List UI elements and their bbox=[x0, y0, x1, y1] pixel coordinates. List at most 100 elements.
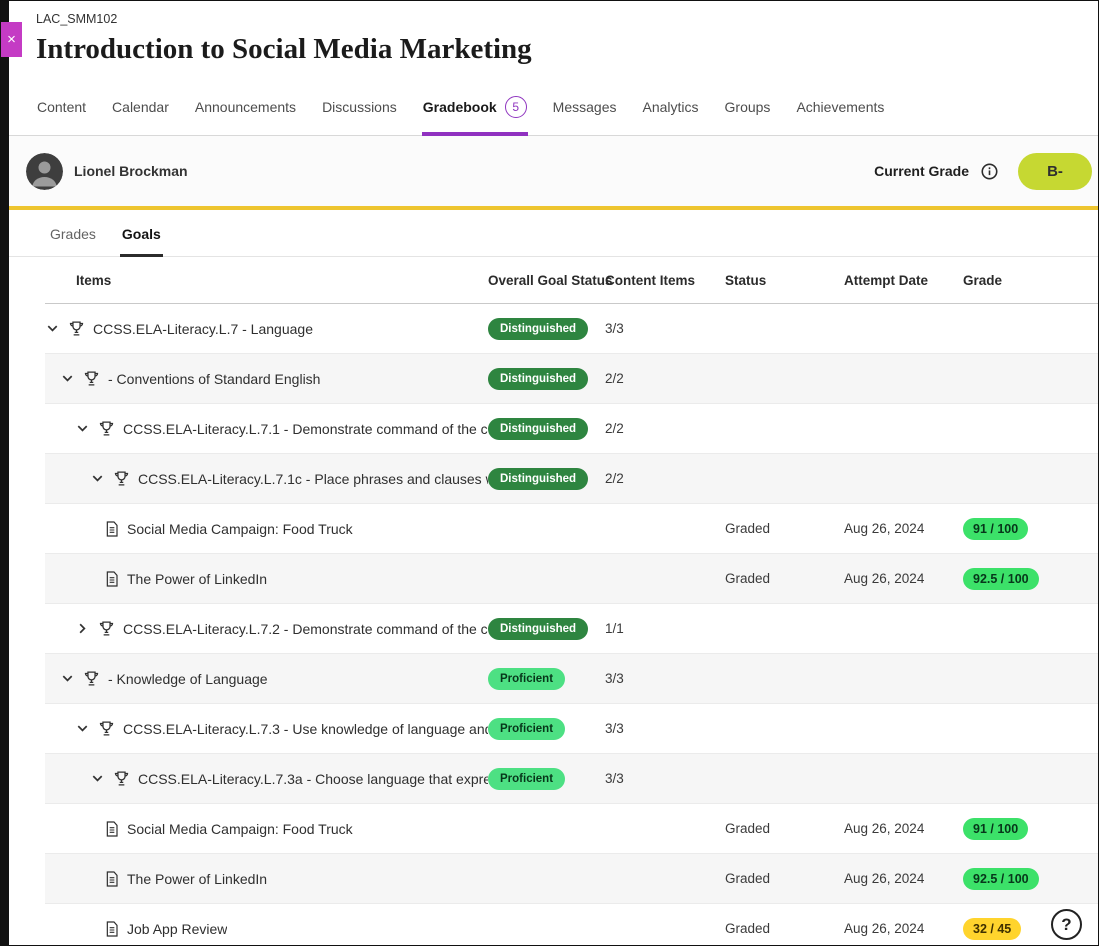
content-items-cell: 2/2 bbox=[605, 421, 725, 436]
trophy-icon bbox=[113, 470, 130, 487]
nav-tab-messages[interactable]: Messages bbox=[552, 87, 618, 136]
chevron-down-icon[interactable] bbox=[45, 321, 60, 336]
column-header-status: Status bbox=[725, 273, 844, 288]
trophy-icon bbox=[98, 620, 115, 637]
goal-status-badge: Proficient bbox=[488, 718, 565, 740]
chevron-down-icon[interactable] bbox=[60, 371, 75, 386]
collapsed-sidebar-strip bbox=[1, 1, 9, 945]
content-items-cell: 3/3 bbox=[605, 321, 725, 336]
item-items-cell: Job App Review bbox=[45, 921, 488, 937]
goal-status-badge: Distinguished bbox=[488, 368, 588, 390]
item-row: Social Media Campaign: Food TruckGradedA… bbox=[45, 504, 1098, 554]
item-label: Social Media Campaign: Food Truck bbox=[127, 521, 353, 537]
item-label: The Power of LinkedIn bbox=[127, 571, 267, 587]
student-name: Lionel Brockman bbox=[74, 163, 188, 179]
nav-tab-groups[interactable]: Groups bbox=[724, 87, 772, 136]
nav-tab-label: Analytics bbox=[642, 99, 698, 115]
trophy-icon bbox=[98, 420, 115, 437]
item-items-cell: Social Media Campaign: Food Truck bbox=[45, 521, 488, 537]
grade-cell: 91 / 100 bbox=[963, 818, 1098, 840]
content-items-count: 3/3 bbox=[605, 721, 624, 736]
chevron-down-icon[interactable] bbox=[90, 471, 105, 486]
nav-tab-gradebook[interactable]: Gradebook5 bbox=[422, 87, 528, 136]
goal-label: CCSS.ELA-Literacy.L.7.1c - Place phrases… bbox=[138, 471, 488, 487]
goals-table-header: ItemsOverall Goal StatusContent ItemsSta… bbox=[45, 257, 1098, 304]
goal-row: CCSS.ELA-Literacy.L.7.1c - Place phrases… bbox=[45, 454, 1098, 504]
content-items-count: 3/3 bbox=[605, 771, 624, 786]
main-area: LAC_SMM102 Introduction to Social Media … bbox=[9, 1, 1098, 946]
content-items-cell: 3/3 bbox=[605, 771, 725, 786]
attempt-date-value: Aug 26, 2024 bbox=[844, 521, 924, 536]
nav-tab-achievements[interactable]: Achievements bbox=[795, 87, 885, 136]
nav-tab-calendar[interactable]: Calendar bbox=[111, 87, 170, 136]
goal-items-cell: CCSS.ELA-Literacy.L.7.3 - Use knowledge … bbox=[45, 720, 488, 737]
nav-tab-announcements[interactable]: Announcements bbox=[194, 87, 297, 136]
item-row: Social Media Campaign: Food Truck Graded A… bbox=[45, 804, 1098, 854]
nav-tab-label: Discussions bbox=[322, 99, 397, 115]
course-nav-tabs: Content Calendar Announcements Discussions G… bbox=[9, 87, 1098, 136]
goal-row: CCSS.ELA-Literacy.L.7.1 - Demonstrate co… bbox=[45, 404, 1098, 454]
chevron-right-icon[interactable] bbox=[75, 621, 90, 636]
chevron-down-icon[interactable] bbox=[60, 671, 75, 686]
status-cell: Graded bbox=[725, 921, 844, 936]
column-header-overall-goal-status: Overall Goal Status bbox=[488, 273, 605, 288]
chevron-down-icon[interactable] bbox=[90, 771, 105, 786]
document-icon bbox=[105, 521, 119, 537]
grade-value-pill[interactable]: 91 / 100 bbox=[963, 818, 1028, 840]
gradebook-subtabs: Grades Goals bbox=[9, 210, 1098, 257]
subtab-goals[interactable]: Goals bbox=[120, 210, 163, 257]
goal-row: CCSS.ELA-Literacy.L.7.3 - Use knowledge … bbox=[45, 704, 1098, 754]
document-icon bbox=[105, 871, 119, 887]
status-value: Graded bbox=[725, 821, 770, 836]
attempt-date-cell: Aug 26, 2024 bbox=[844, 921, 963, 936]
attempt-date-value: Aug 26, 2024 bbox=[844, 921, 924, 936]
item-label: Social Media Campaign: Food Truck bbox=[127, 821, 353, 837]
info-icon[interactable] bbox=[981, 163, 998, 180]
chevron-down-icon[interactable] bbox=[75, 421, 90, 436]
grade-value-pill[interactable]: 91 / 100 bbox=[963, 518, 1028, 540]
column-header-items: Items bbox=[45, 273, 488, 288]
trophy-icon bbox=[83, 670, 100, 687]
grade-value-pill[interactable]: 92.5 / 100 bbox=[963, 868, 1039, 890]
goals-table: ItemsOverall Goal StatusContent ItemsSta… bbox=[9, 257, 1098, 946]
current-grade-pill[interactable]: B- bbox=[1018, 153, 1092, 190]
goal-status-cell: Distinguished bbox=[488, 618, 605, 640]
goal-label: CCSS.ELA-Literacy.L.7.1 - Demonstrate co… bbox=[123, 421, 488, 437]
goal-status-cell: Proficient bbox=[488, 718, 605, 740]
avatar bbox=[26, 153, 63, 190]
student-band: Lionel Brockman Current Grade B- bbox=[9, 136, 1098, 210]
panel-close-tab[interactable]: × bbox=[1, 22, 22, 57]
trophy-icon bbox=[83, 370, 100, 387]
nav-tab-analytics[interactable]: Analytics bbox=[641, 87, 699, 136]
goal-status-badge: Proficient bbox=[488, 768, 565, 790]
nav-tab-label: Achievements bbox=[796, 99, 884, 115]
goal-items-cell: - Conventions of Standard English bbox=[45, 370, 488, 387]
attempt-date-cell: Aug 26, 2024 bbox=[844, 571, 963, 586]
chevron-down-icon[interactable] bbox=[75, 721, 90, 736]
grade-value-pill[interactable]: 32 / 45 bbox=[963, 918, 1021, 940]
nav-tab-discussions[interactable]: Discussions bbox=[321, 87, 398, 136]
status-cell: Graded bbox=[725, 571, 844, 586]
status-cell: Graded bbox=[725, 821, 844, 836]
goal-status-cell: Proficient bbox=[488, 768, 605, 790]
goal-label: CCSS.ELA-Literacy.L.7 - Language bbox=[93, 321, 313, 337]
goal-label: CCSS.ELA-Literacy.L.7.3a - Choose langua… bbox=[138, 771, 488, 787]
goal-status-badge: Distinguished bbox=[488, 418, 588, 440]
item-items-cell: Social Media Campaign: Food Truck bbox=[45, 821, 488, 837]
subtab-grades[interactable]: Grades bbox=[48, 210, 98, 257]
trophy-icon bbox=[68, 320, 85, 337]
column-header-grade: Grade bbox=[963, 273, 1098, 288]
help-button[interactable]: ? bbox=[1051, 909, 1082, 940]
attempt-date-value: Aug 26, 2024 bbox=[844, 871, 924, 886]
current-grade-group: Current Grade B- bbox=[874, 153, 1092, 190]
grade-value-pill[interactable]: 92.5 / 100 bbox=[963, 568, 1039, 590]
document-icon bbox=[105, 921, 119, 937]
goal-label: - Conventions of Standard English bbox=[108, 371, 320, 387]
goal-label: - Knowledge of Language bbox=[108, 671, 268, 687]
item-items-cell: The Power of LinkedIn bbox=[45, 571, 488, 587]
nav-tab-content[interactable]: Content bbox=[36, 87, 87, 136]
attempt-date-cell: Aug 26, 2024 bbox=[844, 821, 963, 836]
goal-status-cell: Distinguished bbox=[488, 468, 605, 490]
status-value: Graded bbox=[725, 871, 770, 886]
column-header-content-items: Content Items bbox=[605, 273, 725, 288]
